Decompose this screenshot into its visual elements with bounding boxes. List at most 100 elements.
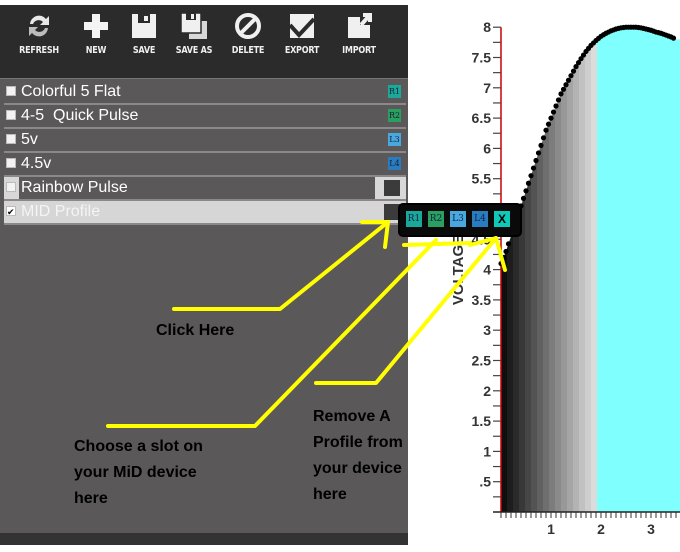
remove-profile-note: Remove A Profile from your device here bbox=[313, 404, 403, 508]
save-button[interactable]: SAVE bbox=[124, 11, 164, 73]
save-as-label: SAVE AS bbox=[175, 45, 213, 56]
floppy-disk-icon bbox=[132, 14, 156, 38]
curve-point bbox=[533, 157, 539, 164]
grayscale-band bbox=[579, 27, 586, 512]
y-tick-label: .5 bbox=[479, 474, 491, 490]
y-tick-label: 1.5 bbox=[472, 413, 492, 429]
curve-point bbox=[550, 109, 557, 115]
curve-point bbox=[555, 97, 562, 103]
profile-checkbox[interactable] bbox=[6, 134, 16, 144]
curve-point bbox=[565, 77, 572, 83]
new-button[interactable]: NEW bbox=[76, 11, 116, 73]
y-tick-label: 3.5 bbox=[472, 292, 492, 308]
note-line: Choose a slot on bbox=[74, 438, 203, 455]
curve-fill bbox=[501, 27, 680, 512]
curve-point bbox=[500, 254, 507, 261]
profile-row[interactable]: 5v L3 bbox=[4, 129, 406, 153]
profile-checkbox[interactable] bbox=[6, 182, 16, 192]
slot-option-l3[interactable]: L3 bbox=[450, 211, 466, 227]
profile-name: Colorful 5 Flat bbox=[21, 83, 121, 100]
curve-point bbox=[540, 135, 547, 141]
profile-row-selected[interactable]: MID Profile bbox=[4, 201, 406, 225]
grayscale-band bbox=[585, 27, 592, 512]
curve-point bbox=[503, 248, 509, 255]
refresh-icon bbox=[29, 15, 49, 37]
curve-point bbox=[530, 165, 537, 171]
slot-badge[interactable]: L3 bbox=[388, 133, 401, 146]
y-tick-label: 6.5 bbox=[472, 110, 492, 126]
grayscale-band bbox=[549, 27, 556, 512]
remove-slot-button[interactable]: X bbox=[494, 211, 510, 227]
profile-row[interactable]: Colorful 5 Flat R1 bbox=[4, 81, 406, 105]
profile-row[interactable]: 4-5 Quick Pulse R2 bbox=[4, 105, 406, 129]
profile-name: 5v bbox=[21, 131, 38, 148]
y-axis: 87.576.565.554.543.532.521.51.5 bbox=[472, 19, 502, 512]
grayscale-band bbox=[525, 27, 532, 512]
profile-checkbox-checked[interactable] bbox=[6, 201, 16, 223]
delete-button[interactable]: DELETE bbox=[226, 11, 270, 73]
y-tick-label: 2 bbox=[483, 383, 491, 399]
export-icon bbox=[288, 14, 316, 38]
grayscale-band bbox=[519, 27, 526, 512]
curve-point bbox=[538, 142, 544, 148]
slot-button[interactable] bbox=[384, 180, 400, 196]
curve-point bbox=[505, 241, 512, 247]
cyan-fill bbox=[597, 27, 680, 512]
y-tick-label: 7.5 bbox=[472, 50, 492, 66]
grayscale-band bbox=[561, 27, 568, 512]
slot-badge[interactable]: L4 bbox=[388, 157, 401, 170]
curve-point bbox=[568, 73, 574, 79]
y-axis-label: VOLTAGE bbox=[450, 235, 467, 305]
slot-option-r2[interactable]: R2 bbox=[428, 211, 444, 227]
note-line: Profile from bbox=[313, 434, 403, 451]
refresh-label: REFRESH bbox=[19, 45, 59, 56]
note-line: here bbox=[74, 490, 108, 507]
x-tick-label: 3 bbox=[647, 521, 655, 537]
export-label: EXPORT bbox=[284, 45, 320, 56]
profile-checkbox[interactable] bbox=[6, 86, 16, 96]
curve-point bbox=[525, 180, 532, 186]
plus-icon bbox=[84, 14, 108, 38]
curve-point bbox=[670, 35, 677, 41]
slot-badge[interactable]: R1 bbox=[388, 85, 401, 98]
panel-bottom-bar bbox=[0, 533, 408, 545]
grayscale-band bbox=[537, 27, 544, 512]
export-button[interactable]: EXPORT bbox=[278, 11, 326, 73]
curve-point bbox=[563, 82, 569, 88]
slot-option-l4[interactable]: L4 bbox=[472, 211, 488, 227]
save-as-button[interactable]: SAVE AS bbox=[168, 11, 220, 73]
new-label: NEW bbox=[85, 45, 107, 56]
y-tick-label: 5.5 bbox=[472, 171, 492, 187]
profile-checkbox[interactable] bbox=[6, 158, 16, 168]
y-tick-label: 2.5 bbox=[472, 353, 492, 369]
import-label: IMPORT bbox=[342, 45, 376, 56]
prohibited-icon bbox=[235, 13, 261, 39]
import-icon bbox=[348, 13, 372, 38]
profile-checkbox[interactable] bbox=[6, 110, 16, 120]
curve-point bbox=[558, 91, 564, 97]
profile-name: Rainbow Pulse bbox=[21, 179, 128, 196]
x-tick-label: 2 bbox=[597, 521, 605, 537]
grayscale-band bbox=[531, 27, 538, 512]
slot-option-r1[interactable]: R1 bbox=[406, 211, 422, 227]
y-tick-label: 7 bbox=[483, 80, 491, 96]
slot-badge[interactable]: R2 bbox=[388, 109, 401, 122]
curve-point bbox=[528, 173, 534, 179]
save-label: SAVE bbox=[132, 45, 156, 56]
curve-point bbox=[545, 121, 552, 127]
import-button[interactable]: IMPORT bbox=[334, 11, 384, 73]
curve-point bbox=[535, 150, 542, 156]
curve-point bbox=[523, 188, 529, 194]
profile-row[interactable]: 4.5v L4 bbox=[4, 153, 406, 177]
grayscale-band bbox=[507, 27, 514, 512]
profile-row[interactable]: Rainbow Pulse bbox=[4, 177, 406, 201]
choose-slot-note: Choose a slot on your MiD device here bbox=[74, 434, 203, 512]
curve-point bbox=[560, 86, 567, 92]
curve-point bbox=[543, 127, 549, 133]
curve-point bbox=[520, 195, 527, 201]
slot-picker-popup: R1 R2 L3 L4 X bbox=[398, 203, 522, 237]
y-tick-label: 8 bbox=[483, 19, 491, 35]
refresh-button[interactable]: REFRESH bbox=[14, 11, 64, 73]
y-tick-label: 3 bbox=[483, 322, 491, 338]
curve-point bbox=[548, 115, 554, 121]
